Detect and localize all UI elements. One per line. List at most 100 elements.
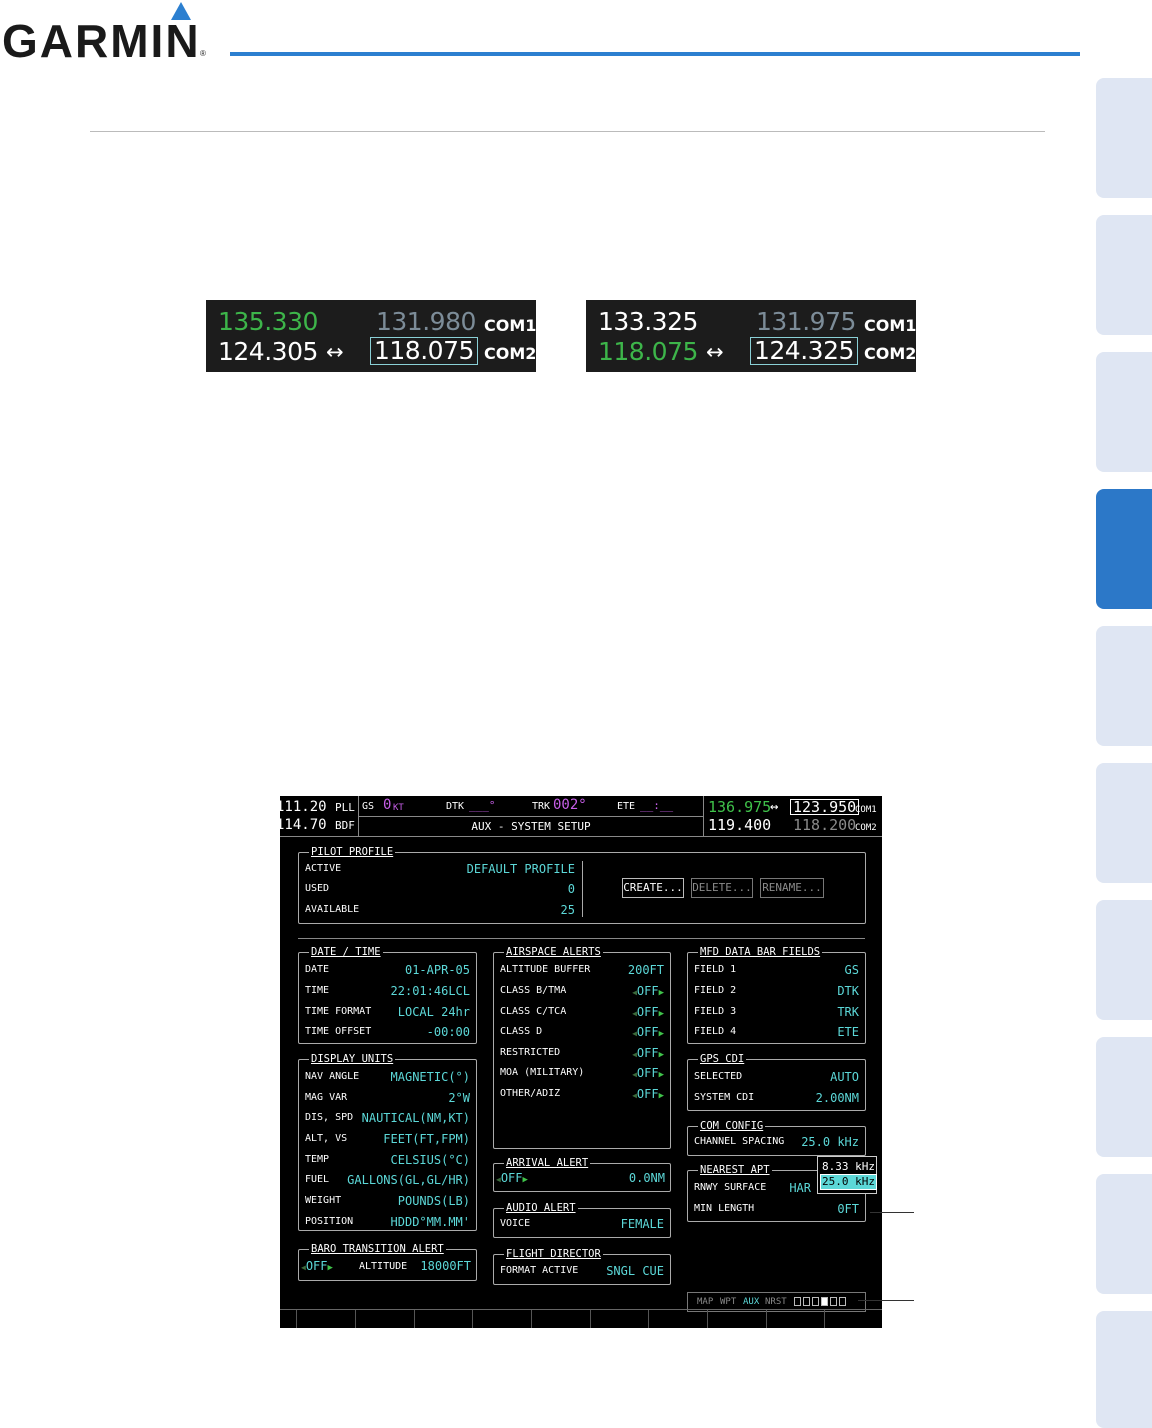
divider bbox=[298, 938, 865, 939]
softkey-3[interactable] bbox=[414, 1310, 473, 1328]
com1-active-freq: 135.330 bbox=[218, 307, 318, 336]
nearest-apt-title: NEAREST APT bbox=[698, 1163, 772, 1177]
page-group-map: MAP bbox=[697, 1297, 714, 1307]
mfd-com1-standby[interactable]: 123.950 bbox=[790, 799, 860, 815]
com2-active-freq: 124.305 bbox=[218, 337, 318, 366]
dtk-label: DTK bbox=[446, 801, 465, 812]
softkey-bar bbox=[280, 1309, 882, 1328]
com1-standby-freq: 131.975 bbox=[756, 307, 856, 336]
airspace-alerts-title: AIRSPACE ALERTS bbox=[504, 945, 603, 959]
softkey-4[interactable] bbox=[472, 1310, 531, 1328]
profile-row-used: USED 0 bbox=[305, 882, 575, 896]
dtk-value: ___° bbox=[469, 799, 496, 812]
gs-label: GS bbox=[362, 801, 375, 812]
format-active-row: FORMAT ACTIVE SNGL CUE bbox=[500, 1264, 664, 1278]
trk-value: 002° bbox=[553, 797, 587, 813]
arrival-alert-distance[interactable]: 0.0NM bbox=[629, 1171, 665, 1185]
date-time-box: DATE / TIME DATE 01-APR-05 TIME 22:01:46LC… bbox=[298, 945, 477, 1044]
voice-row: VOICE FEMALE bbox=[500, 1217, 664, 1231]
flight-director-box: FLIGHT DIRECTOR FORMAT ACTIVE SNGL CUE bbox=[493, 1247, 671, 1285]
gps-cdi-box: GPS CDI SELECTED AUTO SYSTEM CDI 2.00NM bbox=[687, 1052, 866, 1111]
popup-option-833[interactable]: 8.33 kHz bbox=[822, 1160, 875, 1174]
popup-option-25-selected[interactable]: 25.0 kHz bbox=[820, 1174, 877, 1190]
com2-standby-freq-selected[interactable]: 118.075 bbox=[370, 337, 478, 365]
com2-label: COM2 bbox=[864, 344, 917, 363]
audio-alert-box: AUDIO ALERT VOICE FEMALE bbox=[493, 1201, 671, 1238]
softkey-2[interactable] bbox=[355, 1310, 414, 1328]
mfd-transfer-arrow-icon: ↔ bbox=[770, 799, 779, 815]
softkey-5[interactable] bbox=[531, 1310, 590, 1328]
softkey-6[interactable] bbox=[590, 1310, 649, 1328]
com2-standby-freq-selected[interactable]: 124.325 bbox=[750, 337, 858, 365]
com1-label: COM1 bbox=[864, 316, 917, 335]
mfd-com2-label: COM2 bbox=[855, 823, 877, 833]
databar: GS 0 KT DTK ___° TRK 002° ETE __:__ AUX … bbox=[358, 796, 704, 836]
arrival-alert-toggle[interactable]: ◀OFF▶ bbox=[496, 1171, 528, 1187]
moa-row: MOA (MILITARY) ◀OFF▶ bbox=[500, 1066, 664, 1080]
rename-profile-button[interactable]: RENAME... bbox=[760, 878, 824, 898]
profile-row-active: ACTIVE DEFAULT PROFILE bbox=[305, 862, 575, 876]
side-tab-6[interactable] bbox=[1096, 763, 1152, 883]
side-tab-5[interactable] bbox=[1096, 626, 1152, 746]
softkey-7[interactable] bbox=[648, 1310, 707, 1328]
side-tab-9[interactable] bbox=[1096, 1174, 1152, 1294]
altitude-buffer-row: ALTITUDE BUFFER 200FT bbox=[500, 963, 664, 977]
channel-spacing-popup: 8.33 kHz 25.0 kHz bbox=[817, 1156, 877, 1194]
softkey-8[interactable] bbox=[707, 1310, 766, 1328]
page-title: AUX - SYSTEM SETUP bbox=[471, 820, 591, 833]
position-row: POSITION HDDD°MM.MM' bbox=[305, 1215, 470, 1229]
callout-line-nearest-apt bbox=[870, 1212, 914, 1213]
nav2-id: BDF bbox=[335, 819, 355, 832]
com1-active-freq: 133.325 bbox=[598, 307, 698, 336]
side-tab-8[interactable] bbox=[1096, 1037, 1152, 1157]
nav-angle-row: NAV ANGLE MAGNETIC(°) bbox=[305, 1070, 470, 1084]
com2-label: COM2 bbox=[484, 344, 537, 363]
mfd-top-bar: 111.20 114.70 PLL BDF GS 0 KT DTK ___° T… bbox=[280, 796, 882, 837]
com2-active-freq: 118.075 bbox=[598, 337, 698, 366]
side-tab-7[interactable] bbox=[1096, 900, 1152, 1020]
transfer-arrow-icon: ↔ bbox=[326, 340, 344, 364]
page-group-aux-active: AUX bbox=[743, 1297, 760, 1307]
mfd-com1-label: COM1 bbox=[855, 805, 877, 815]
com1-label: COM1 bbox=[484, 316, 537, 335]
restricted-row: RESTRICTED ◀OFF▶ bbox=[500, 1046, 664, 1060]
com1-standby-freq: 131.980 bbox=[376, 307, 476, 336]
mag-var-row: MAG VAR 2°W bbox=[305, 1091, 470, 1105]
baro-alert-toggle[interactable]: ◀OFF▶ bbox=[301, 1259, 333, 1275]
system-cdi-row: SYSTEM CDI 2.00NM bbox=[694, 1091, 859, 1105]
mfd-screen: 111.20 114.70 PLL BDF GS 0 KT DTK ___° T… bbox=[280, 796, 882, 1328]
baro-transition-title: BARO TRANSITION ALERT bbox=[309, 1242, 446, 1256]
delete-profile-button[interactable]: DELETE... bbox=[691, 878, 753, 898]
pilot-profile-title: PILOT PROFILE bbox=[309, 845, 396, 859]
cdi-selected-row: SELECTED AUTO bbox=[694, 1070, 859, 1084]
audio-alert-title: AUDIO ALERT bbox=[504, 1201, 578, 1215]
fuel-row: FUEL GALLONS(GL,GL/HR) bbox=[305, 1173, 470, 1187]
baro-altitude-value[interactable]: 18000FT bbox=[420, 1259, 471, 1273]
mfd-com2-active: 119.400 bbox=[708, 816, 772, 834]
ete-label: ETE bbox=[617, 801, 636, 812]
gs-unit: KT bbox=[393, 803, 404, 813]
flight-director-title: FLIGHT DIRECTOR bbox=[504, 1247, 603, 1261]
create-profile-button[interactable]: CREATE... bbox=[622, 878, 684, 898]
side-tab-10[interactable] bbox=[1096, 1311, 1152, 1428]
nav1-freq: 111.20 bbox=[280, 799, 327, 815]
side-tab-4-active[interactable] bbox=[1096, 489, 1152, 609]
softkey-1[interactable] bbox=[296, 1310, 355, 1328]
ete-value: __:__ bbox=[640, 799, 674, 812]
softkey-10[interactable] bbox=[824, 1310, 882, 1328]
field-4-row: FIELD 4 ETE bbox=[694, 1025, 859, 1039]
pilot-profile-box: PILOT PROFILE ACTIVE DEFAULT PROFILE USED… bbox=[298, 845, 866, 924]
alt-vs-row: ALT, VS FEET(FT,FPM) bbox=[305, 1132, 470, 1146]
side-tab-3[interactable] bbox=[1096, 352, 1152, 472]
arrival-alert-box: ARRIVAL ALERT ◀OFF▶ 0.0NM bbox=[493, 1156, 671, 1192]
field-3-row: FIELD 3 TRK bbox=[694, 1005, 859, 1019]
time-format-row: TIME FORMAT LOCAL 24hr bbox=[305, 1005, 470, 1019]
side-tab-2[interactable] bbox=[1096, 215, 1152, 335]
time-row: TIME 22:01:46LCL bbox=[305, 984, 470, 998]
header-rule bbox=[230, 52, 1080, 56]
baro-altitude-label: ALTITUDE bbox=[359, 1261, 408, 1272]
registered-mark: ® bbox=[200, 49, 206, 58]
side-tab-1[interactable] bbox=[1096, 78, 1152, 198]
softkey-9[interactable] bbox=[766, 1310, 825, 1328]
field-2-row: FIELD 2 DTK bbox=[694, 984, 859, 998]
